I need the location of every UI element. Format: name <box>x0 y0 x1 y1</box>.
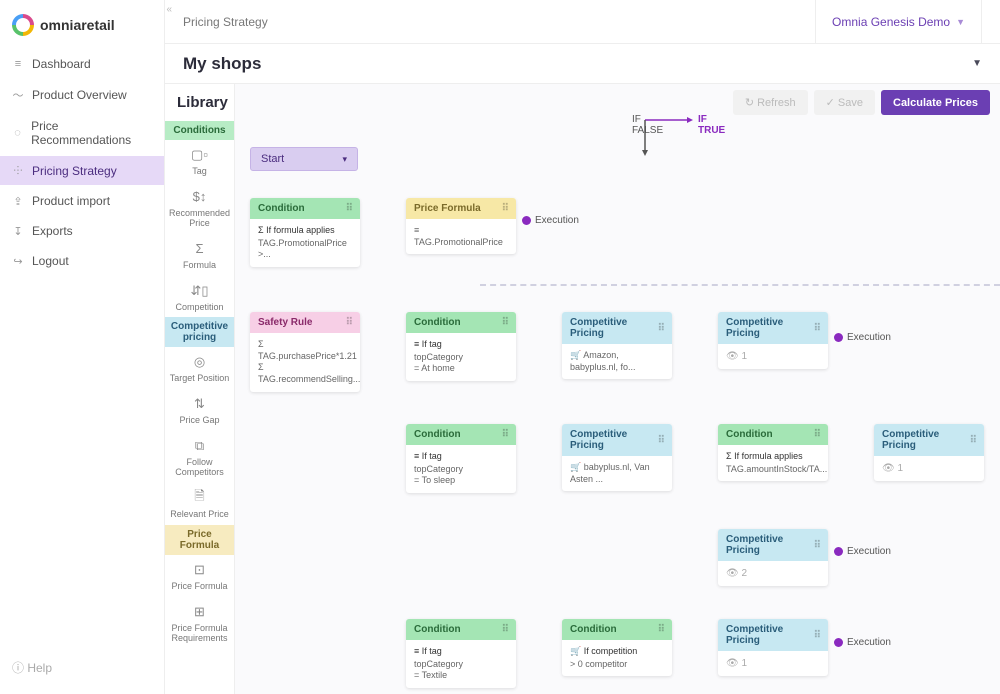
lib-icon: ⇵▯ <box>190 283 208 299</box>
drag-icon[interactable]: ⠿ <box>970 435 976 446</box>
nav-icon: ≡ <box>12 58 24 70</box>
nav-icon: ◌ <box>12 127 23 139</box>
library-item-price-formula[interactable]: ⊡Price Formula <box>165 555 234 597</box>
drag-icon[interactable]: ⠿ <box>658 435 664 446</box>
condition-node[interactable]: Condition⠿ 🛒 If competition> 0 competito… <box>562 619 672 676</box>
lib-icon: ◎ <box>194 354 205 370</box>
logo-icon <box>12 14 34 36</box>
lib-icon: ⊡ <box>194 562 205 578</box>
lib-icon: $↕ <box>193 189 207 205</box>
library-item-price-gap[interactable]: ⇅Price Gap <box>165 389 234 431</box>
competitive-pricing-node[interactable]: Competitive Pricing⠿ 👁 2 <box>718 529 828 586</box>
lib-icon: Σ <box>195 241 203 257</box>
execution-label: Execution <box>836 546 891 557</box>
competitive-pricing-node[interactable]: Competitive Pricing⠿ 🛒 Amazon, babyplus.… <box>562 312 672 379</box>
library-item-relevant-price[interactable]: 🗎Relevant Price <box>165 483 234 525</box>
library-item-tag[interactable]: ▢▫Tag <box>165 140 234 182</box>
drag-icon[interactable]: ⠿ <box>814 630 820 641</box>
library-item-recommended-price[interactable]: $↕Recommended Price <box>165 182 234 234</box>
drag-icon[interactable]: ⠿ <box>502 317 508 328</box>
library-item-target-position[interactable]: ◎Target Position <box>165 347 234 389</box>
nav-icon: ⇪ <box>12 195 24 208</box>
calculate-prices-button[interactable]: Calculate Prices <box>881 90 990 115</box>
condition-node[interactable]: Condition⠿ Σ If formula appliesTAG.amoun… <box>718 424 828 481</box>
library-section: Price Formula <box>165 525 234 555</box>
canvas[interactable]: ↻ Refresh ✓ Save Calculate Prices IF TRU… <box>235 84 1000 694</box>
execution-label: Execution <box>836 332 891 343</box>
competitive-pricing-node[interactable]: Competitive Pricing⠿ 👁 1 <box>874 424 984 481</box>
drag-icon[interactable]: ⠿ <box>502 624 508 635</box>
lib-icon: ⧉ <box>195 438 204 454</box>
library-item-follow-competitors[interactable]: ⧉Follow Competitors <box>165 431 234 483</box>
lib-icon: ▢▫ <box>191 147 208 163</box>
price-formula-node[interactable]: Price Formula⠿ ≡ TAG.PromotionalPrice <box>406 198 516 254</box>
nav-icon: ⸭ <box>12 163 24 178</box>
library-title: Library <box>165 84 234 121</box>
nav-item-exports[interactable]: ↧Exports <box>0 217 164 245</box>
drag-icon[interactable]: ⠿ <box>814 323 820 334</box>
drag-icon[interactable]: ⠿ <box>502 429 508 440</box>
drag-icon[interactable]: ⠿ <box>346 317 352 328</box>
logo-text: omniaretail <box>40 17 115 33</box>
save-button[interactable]: ✓ Save <box>814 90 875 115</box>
lib-icon: ⊞ <box>194 604 205 620</box>
execution-label: Execution <box>524 215 579 226</box>
condition-node[interactable]: Condition⠿ ≡ If tagtopCategory = At home <box>406 312 516 381</box>
condition-node[interactable]: Condition⠿ Σ If formula appliesTAG.Promo… <box>250 198 360 267</box>
divider <box>480 284 1000 286</box>
library-item-competition[interactable]: ⇵▯Competition <box>165 276 234 318</box>
logo[interactable]: omniaretail <box>0 10 164 50</box>
execution-label: Execution <box>836 637 891 648</box>
chevron-down-icon[interactable]: ▼ <box>972 58 982 69</box>
drag-icon[interactable]: ⠿ <box>658 323 664 334</box>
competitive-pricing-node[interactable]: Competitive Pricing⠿ 🛒 babyplus.nl, Van … <box>562 424 672 491</box>
competitive-pricing-node[interactable]: Competitive Pricing⠿ 👁 1 <box>718 619 828 676</box>
start-node[interactable]: Start▾ <box>250 147 358 171</box>
chevron-down-icon: ▾ <box>342 154 347 165</box>
nav-icon: ↪ <box>12 255 24 268</box>
account-selector[interactable]: Omnia Genesis Demo▼ <box>815 0 982 43</box>
nav-item-logout[interactable]: ↪Logout <box>0 247 164 275</box>
drag-icon[interactable]: ⠿ <box>658 624 664 635</box>
drag-icon[interactable]: ⠿ <box>346 203 352 214</box>
nav-item-price-recommendations[interactable]: ◌Price Recommendations <box>0 112 164 154</box>
nav-icon: 〜 <box>12 87 24 103</box>
help-link[interactable]: ⓘ Help <box>0 651 164 684</box>
nav-item-product-overview[interactable]: 〜Product Overview <box>0 80 164 110</box>
library-section: Competitive pricing <box>165 317 234 347</box>
sidebar: « omniaretail ≡Dashboard〜Product Overvie… <box>0 0 165 694</box>
drag-icon[interactable]: ⠿ <box>814 540 820 551</box>
library-item-price-formula-requirements[interactable]: ⊞Price Formula Requirements <box>165 597 234 649</box>
refresh-button[interactable]: ↻ Refresh <box>733 90 808 115</box>
shops-title[interactable]: My shops <box>183 54 261 74</box>
lib-icon: ⇅ <box>194 396 205 412</box>
topbar: Pricing Strategy Omnia Genesis Demo▼ <box>165 0 1000 44</box>
nav-item-pricing-strategy[interactable]: ⸭Pricing Strategy <box>0 156 164 185</box>
library-item-formula[interactable]: ΣFormula <box>165 234 234 276</box>
nav-item-dashboard[interactable]: ≡Dashboard <box>0 50 164 78</box>
condition-node[interactable]: Condition⠿ ≡ If tagtopCategory = To slee… <box>406 424 516 493</box>
drag-icon[interactable]: ⠿ <box>502 203 508 214</box>
competitive-pricing-node[interactable]: Competitive Pricing⠿ 👁 1 <box>718 312 828 369</box>
library-panel: Library Conditions▢▫Tag$↕Recommended Pri… <box>165 84 235 694</box>
drag-icon[interactable]: ⠿ <box>814 429 820 440</box>
nav-item-product-import[interactable]: ⇪Product import <box>0 187 164 215</box>
shopbar: My shops ▼ <box>165 44 1000 84</box>
nav-icon: ↧ <box>12 225 24 238</box>
collapse-icon[interactable]: « <box>166 4 172 15</box>
condition-node[interactable]: Condition⠿ ≡ If tagtopCategory = Textile <box>406 619 516 688</box>
library-section: Conditions <box>165 121 234 140</box>
safety-rule-node[interactable]: Safety Rule⠿ Σ TAG.purchasePrice*1.21Σ T… <box>250 312 360 392</box>
lib-icon: 🗎 <box>194 490 204 506</box>
chevron-down-icon: ▼ <box>956 17 965 27</box>
page-title: Pricing Strategy <box>183 15 268 29</box>
